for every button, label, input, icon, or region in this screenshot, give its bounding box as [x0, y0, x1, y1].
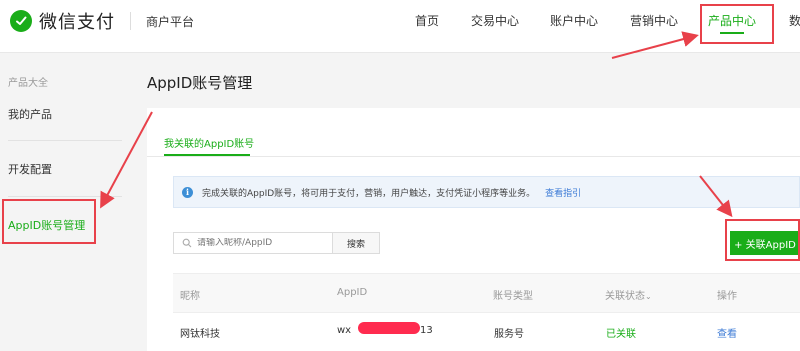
- nav-data[interactable]: 数: [789, 12, 800, 29]
- sidebar-divider: [8, 140, 122, 141]
- brand-name: 微信支付: [39, 12, 115, 33]
- annotation-arrow-to-appid-menu: [100, 111, 153, 209]
- merchant-platform-label: 商户平台: [146, 15, 195, 29]
- notice-text: 完成关联的AppID账号，将可用于支付，营销，用户触达，支付凭证小程序等业务。: [202, 188, 536, 199]
- appid-redaction: [358, 322, 420, 334]
- main-panel: 我关联的AppID账号 i 完成关联的AppID账号，将可用于支付，营销，用户触…: [147, 108, 800, 351]
- sidebar-item-my-products[interactable]: 我的产品: [8, 106, 52, 122]
- column-account-type: 账号类型: [493, 291, 533, 302]
- column-nickname: 昵称: [180, 291, 200, 302]
- cell-appid-suffix: 13: [420, 325, 433, 336]
- page-title: AppID账号管理: [147, 74, 253, 92]
- tab-divider: [147, 156, 800, 157]
- brand-logo[interactable]: 微信支付: [10, 8, 115, 34]
- info-notice: i 完成关联的AppID账号，将可用于支付，营销，用户触达，支付凭证小程序等业务…: [173, 176, 800, 208]
- annotation-box-products-nav: [700, 4, 774, 44]
- sidebar-divider: [8, 196, 122, 197]
- annotation-box-add-button: [725, 219, 800, 261]
- sidebar-group-label: 产品大全: [8, 78, 48, 89]
- search-input[interactable]: [197, 238, 327, 248]
- view-link[interactable]: 查看: [717, 325, 737, 340]
- cell-nickname: 网钛科技: [180, 329, 220, 340]
- brand-divider: [130, 12, 131, 30]
- nav-marketing[interactable]: 营销中心: [630, 12, 678, 29]
- nav-account[interactable]: 账户中心: [550, 12, 598, 29]
- tab-linked-appids[interactable]: 我关联的AppID账号: [164, 135, 254, 150]
- sidebar-item-dev-config[interactable]: 开发配置: [8, 161, 52, 177]
- cell-account-type: 服务号: [494, 329, 524, 340]
- cell-appid-prefix: wx: [337, 325, 352, 336]
- cell-link-status: 已关联: [606, 329, 636, 340]
- sort-chevron-icon: ⌄: [645, 292, 652, 301]
- top-bar: 微信支付 商户平台 首页 交易中心 账户中心 营销中心 产品中心 数: [0, 0, 800, 53]
- info-icon: i: [182, 186, 193, 198]
- wechat-pay-icon: [10, 10, 32, 32]
- column-link-status[interactable]: 关联状态⌄: [605, 287, 652, 302]
- column-appid: AppID: [337, 287, 368, 298]
- column-link-status-label: 关联状态: [605, 291, 645, 302]
- annotation-box-appid-menu: [2, 199, 96, 244]
- nav-transactions[interactable]: 交易中心: [471, 12, 519, 29]
- nav-home[interactable]: 首页: [415, 12, 439, 29]
- guide-link[interactable]: 查看指引: [545, 186, 581, 199]
- table-header: 昵称 AppID 账号类型 关联状态⌄ 操作: [173, 273, 800, 313]
- column-actions: 操作: [717, 291, 737, 302]
- search-field[interactable]: [173, 232, 333, 254]
- search-icon: [182, 238, 192, 248]
- search-button[interactable]: 搜索: [333, 232, 380, 254]
